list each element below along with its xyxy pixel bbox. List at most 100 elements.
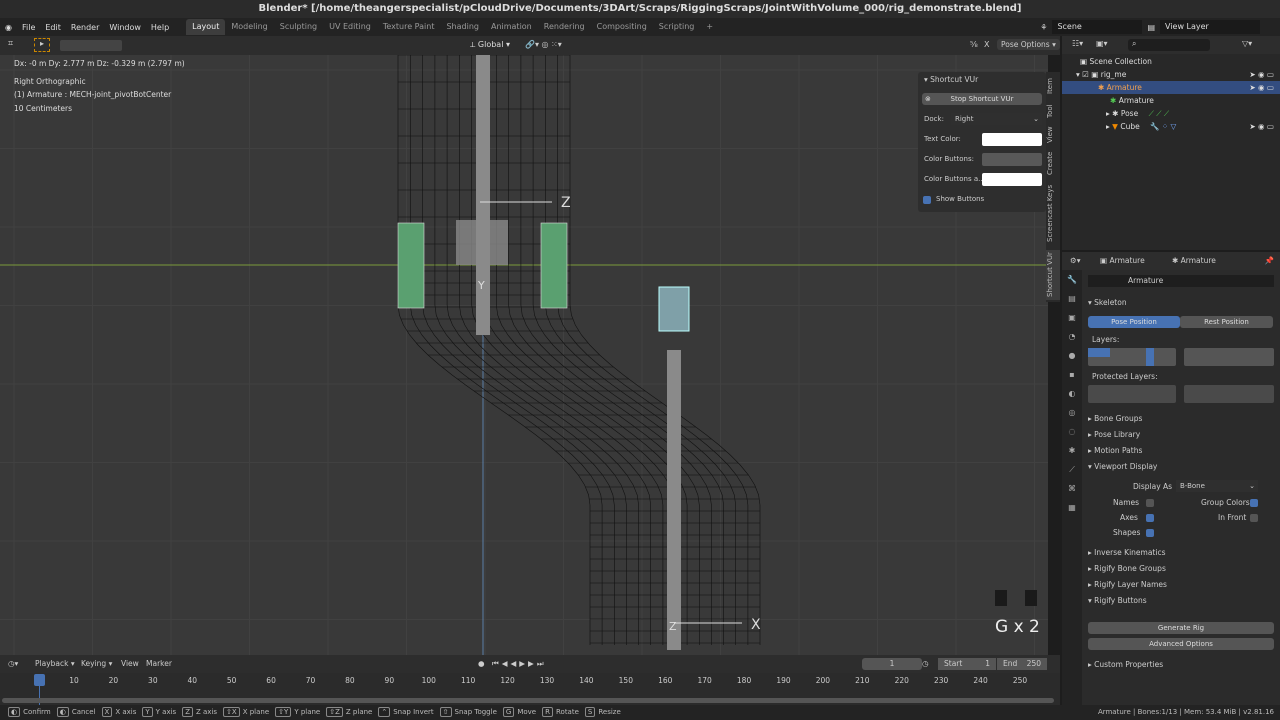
tab-compositing[interactable]: Compositing [591, 19, 653, 35]
x-mirror-toggle[interactable]: X [984, 40, 989, 49]
key-icon: Y [142, 707, 153, 717]
editor-type-icon[interactable]: ⌗ [8, 39, 13, 49]
tab-shortcut-vur[interactable]: Shortcut VUr [1046, 250, 1060, 300]
outliner-search-input[interactable]: ⌕ [1128, 39, 1210, 51]
frame-tick: 80 [345, 676, 355, 685]
axes-checkbox[interactable] [1146, 514, 1154, 522]
frame-tick: 230 [934, 676, 949, 685]
scene-selector[interactable]: Scene [1052, 20, 1143, 34]
visibility-icon[interactable]: ➤ ◉ ▭ [1249, 81, 1274, 94]
protected-layers-grid-left[interactable] [1088, 385, 1176, 403]
outliner-pose[interactable]: ▸ ✱ Pose ⟋ ⟋ ⟋ [1062, 107, 1280, 120]
tab-uv-editing[interactable]: UV Editing [323, 19, 377, 35]
section-label: Bone Groups [1094, 414, 1143, 423]
section-skeleton[interactable]: ▾ Skeleton [1088, 298, 1127, 307]
mirror-icon[interactable]: ⅝ [970, 40, 978, 49]
text-color-swatch[interactable] [982, 133, 1042, 146]
snap-icon[interactable]: 🔗▾ ◎ ⁙▾ [525, 40, 562, 49]
section-rigify-buttons[interactable]: ▾ Rigify Buttons [1088, 596, 1147, 605]
add-workspace-button[interactable]: + [700, 19, 719, 35]
section-rigify-layer-names[interactable]: ▸ Rigify Layer Names [1088, 580, 1167, 589]
breadcrumb-data: ✱ Armature [1172, 256, 1216, 265]
show-buttons-checkbox[interactable] [923, 196, 931, 204]
section-custom-properties[interactable]: ▸ Custom Properties [1088, 660, 1163, 669]
status-hint: S Resize [584, 705, 621, 720]
layers-grid-left[interactable] [1088, 348, 1176, 366]
visibility-icon[interactable]: ➤ ◉ ▭ [1249, 120, 1274, 133]
property-tab-icons[interactable]: 🔧 ▤ ▣ ◔ ● ▪ ◐ ◎ ◌ ✱ ⟋ ⌘ ▦ [1062, 270, 1082, 517]
section-bone-groups[interactable]: ▸ Bone Groups [1088, 414, 1142, 423]
tab-rendering[interactable]: Rendering [538, 19, 591, 35]
pose-position-button[interactable]: Pose Position [1088, 316, 1180, 328]
filter-icon[interactable]: ▽▾ [1242, 39, 1252, 48]
mesh-edge [410, 55, 603, 645]
outliner-rig-me[interactable]: ▾ ☑ ▣ rig_me ➤ ◉ ▭ [1062, 68, 1280, 81]
color-buttons-a-swatch[interactable] [982, 173, 1042, 186]
frame-tick: 170 [697, 676, 712, 685]
tab-texture-paint[interactable]: Texture Paint [377, 19, 441, 35]
pose-options-dropdown[interactable]: Pose Options ▾ [997, 39, 1060, 50]
section-rigify-bone-groups[interactable]: ▸ Rigify Bone Groups [1088, 564, 1166, 573]
panel-title[interactable]: ▾ Shortcut VUr [924, 75, 978, 84]
select-tool-icon[interactable]: ▸ [34, 38, 50, 52]
tab-scripting[interactable]: Scripting [653, 19, 701, 35]
display-as-dropdown[interactable]: B-Bone ⌄ [1176, 480, 1258, 492]
menu-file[interactable]: File [17, 23, 40, 32]
data-name-field[interactable]: Armature [1088, 275, 1274, 287]
timeline-scrollbar[interactable] [2, 698, 1054, 703]
group-colors-checkbox[interactable] [1250, 499, 1258, 507]
view-layer-selector[interactable]: View Layer [1160, 20, 1260, 34]
menu-window[interactable]: Window [104, 23, 146, 32]
display-mode-icon[interactable]: ☷▾ [1072, 39, 1083, 48]
visibility-icon[interactable]: ➤ ◉ ▭ [1249, 68, 1274, 81]
color-buttons-swatch[interactable] [982, 153, 1042, 166]
hint-label: Y plane [294, 708, 321, 716]
shapes-checkbox[interactable] [1146, 529, 1154, 537]
section-viewport-display[interactable]: ▾ Viewport Display [1088, 462, 1157, 471]
in-front-checkbox[interactable] [1250, 514, 1258, 522]
protected-layers-grid-right[interactable] [1184, 385, 1274, 403]
section-inverse-kinematics[interactable]: ▸ Inverse Kinematics [1088, 548, 1166, 557]
section-pose-library[interactable]: ▸ Pose Library [1088, 430, 1140, 439]
stop-shortcut-button[interactable]: ⊗ Stop Shortcut VUr [922, 93, 1042, 105]
cube-wireframe-mesh [397, 55, 761, 645]
outliner-armature-data[interactable]: ✱ Armature [1062, 94, 1280, 107]
key-icon: R [542, 707, 553, 717]
editor-type-icon[interactable]: ⚙▾ [1070, 252, 1081, 270]
tab-tool[interactable]: Tool [1046, 100, 1060, 122]
transform-orientation[interactable]: ⟂ Global ▾ [470, 40, 510, 50]
tab-modeling[interactable]: Modeling [225, 19, 273, 35]
tab-screencast-keys[interactable]: Screencast Keys [1046, 180, 1060, 246]
blender-logo-icon[interactable]: ◉ [0, 23, 17, 32]
menu-edit[interactable]: Edit [40, 23, 66, 32]
rest-position-button[interactable]: Rest Position [1180, 316, 1273, 328]
layers-grid-right[interactable] [1184, 348, 1274, 366]
names-checkbox[interactable] [1146, 499, 1154, 507]
tab-create[interactable]: Create [1046, 148, 1060, 178]
tab-shading[interactable]: Shading [440, 19, 485, 35]
advanced-options-button[interactable]: Advanced Options [1088, 638, 1274, 650]
key-icon: ◐ [8, 707, 21, 717]
pin-icon[interactable]: 📌 [1265, 252, 1274, 270]
display-as-label: Display As [1133, 482, 1173, 491]
tab-item[interactable]: Item [1046, 74, 1060, 98]
dock-dropdown[interactable]: Right ⌄ [951, 113, 1042, 125]
outliner-armature-object[interactable]: ✱ Armature ➤ ◉ ▭ [1062, 81, 1280, 94]
tab-animation[interactable]: Animation [485, 19, 538, 35]
status-hint: YY axis [142, 705, 176, 720]
playhead[interactable] [34, 674, 45, 686]
tab-layout[interactable]: Layout [186, 19, 226, 35]
generate-rig-button[interactable]: Generate Rig [1088, 622, 1274, 634]
outliner-cube[interactable]: ▸ ▼ Cube 🔧 ⁘ ▽ ➤ ◉ ▭ [1062, 120, 1280, 133]
3d-viewport[interactable]: Z X Y Z Dx: -0 m Dy: 2.777 m Dz: -0.329 … [0, 55, 1048, 655]
tab-sculpting[interactable]: Sculpting [274, 19, 323, 35]
mesh-edge [520, 55, 712, 645]
selection-mode-buttons[interactable] [60, 40, 122, 51]
section-motion-paths[interactable]: ▸ Motion Paths [1088, 446, 1142, 455]
tab-view[interactable]: View [1046, 124, 1060, 146]
hint-label: Cancel [71, 708, 96, 716]
menu-help[interactable]: Help [146, 23, 174, 32]
filter-view-icon[interactable]: ▣▾ [1096, 39, 1108, 48]
menu-render[interactable]: Render [66, 23, 104, 32]
outliner-scene-collection[interactable]: ▣ Scene Collection [1062, 55, 1280, 68]
